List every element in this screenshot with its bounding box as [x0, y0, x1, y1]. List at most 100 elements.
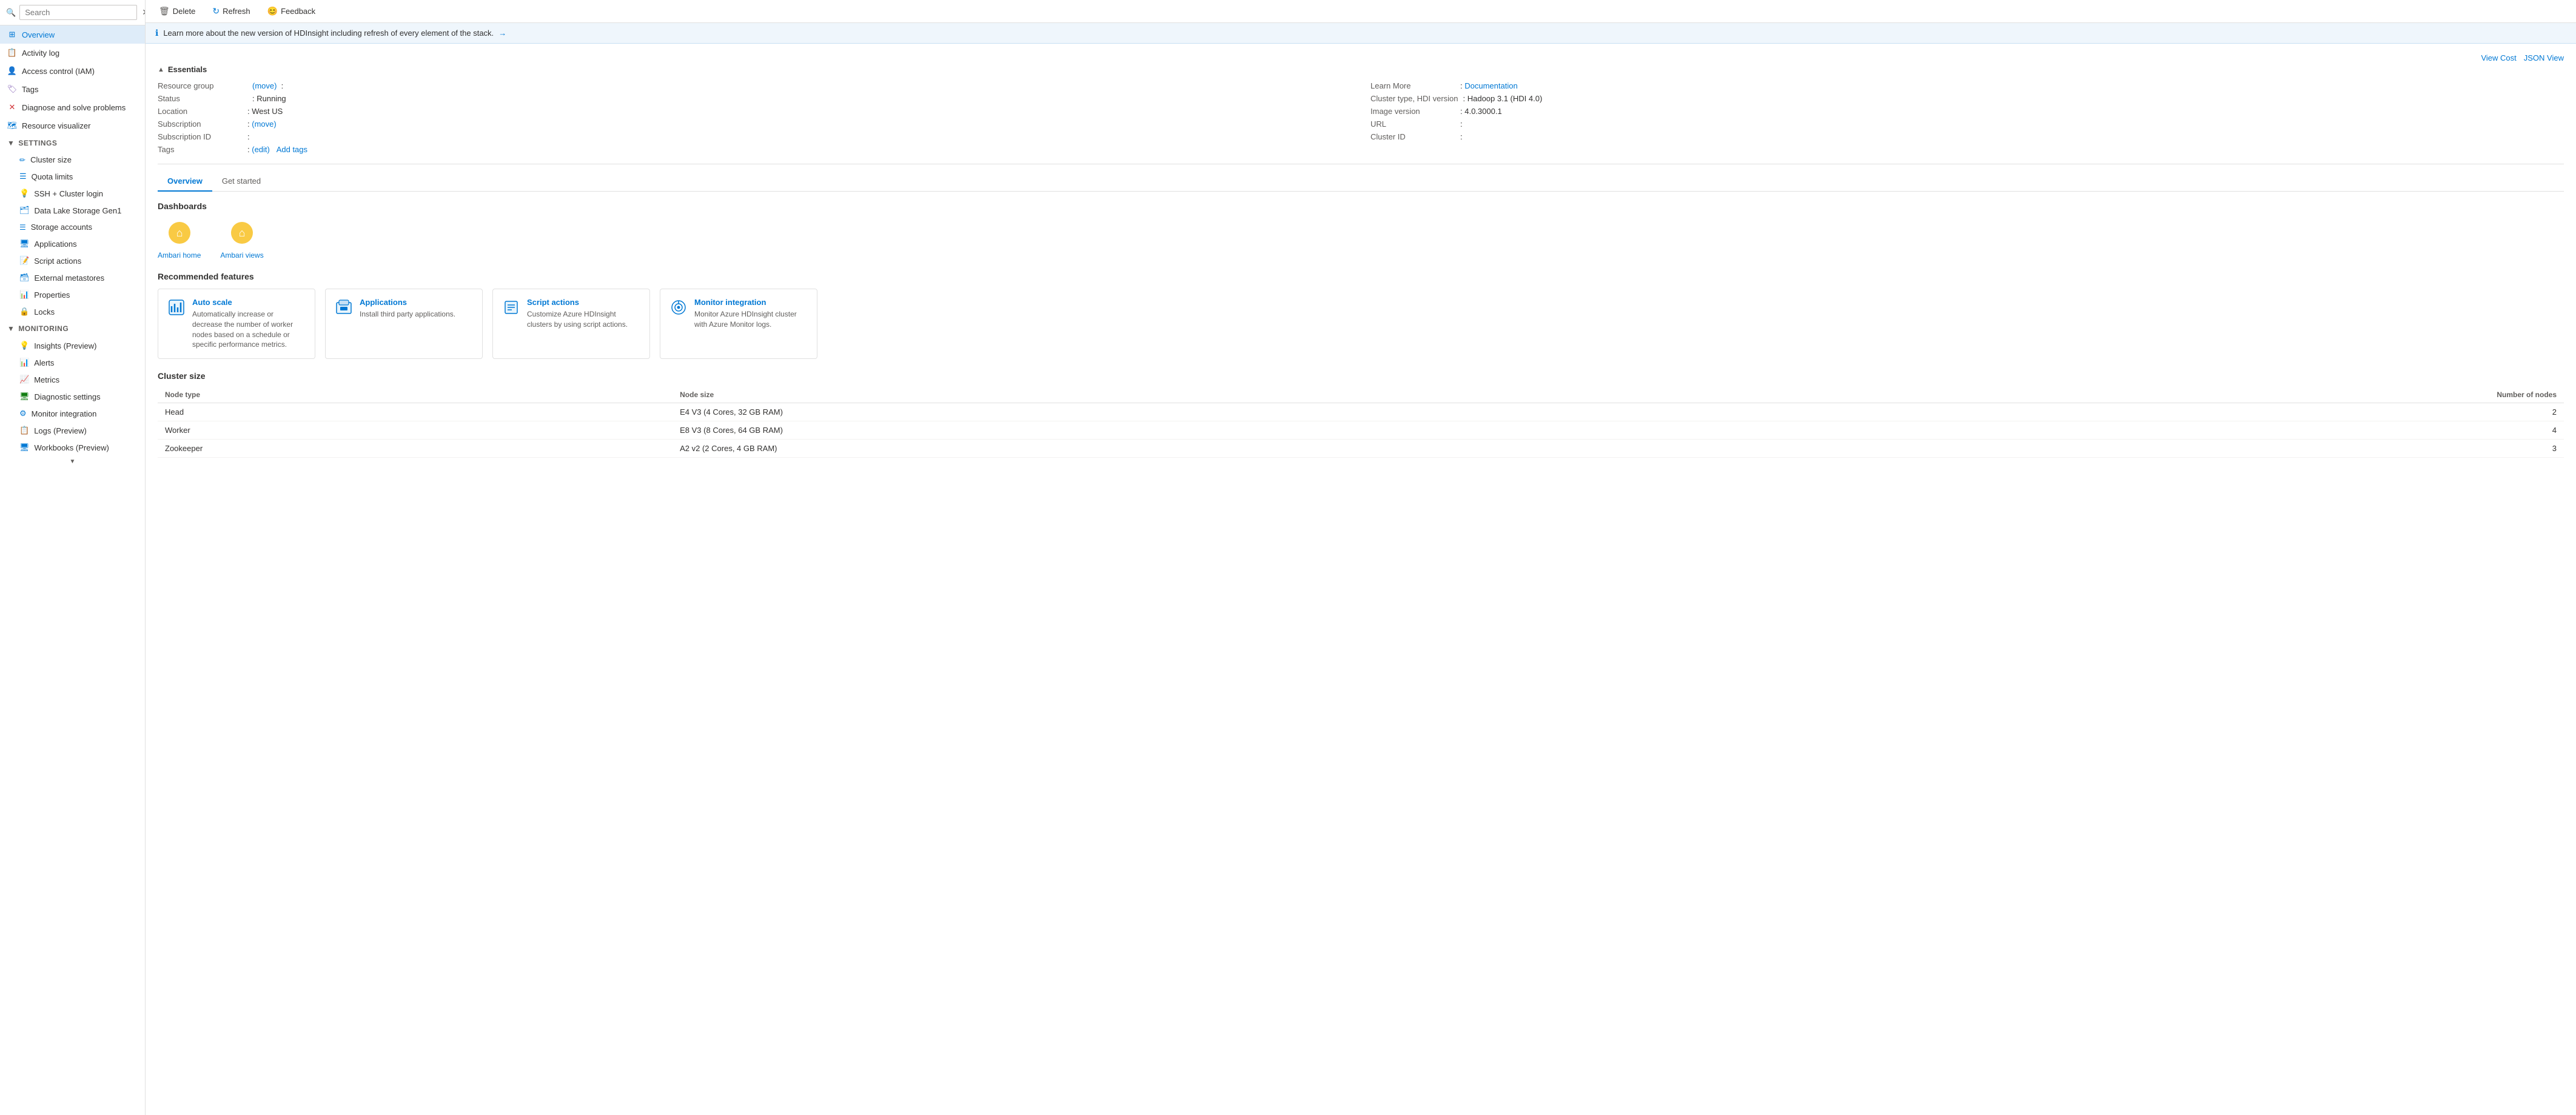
- prop-label: Image version: [1370, 107, 1455, 116]
- sidebar-sub-label: Cluster size: [30, 155, 72, 164]
- prop-label: Subscription: [158, 119, 243, 129]
- quota-limits-icon: ☰: [19, 172, 27, 181]
- subscription-move-link[interactable]: (move): [252, 119, 276, 129]
- storage-accounts-icon: ☰: [19, 223, 26, 232]
- sidebar-item-access-control[interactable]: 👤 Access control (IAM): [0, 62, 145, 80]
- sidebar-item-logs-preview[interactable]: 📋 Logs (Preview): [0, 422, 145, 439]
- sidebar-item-diagnostic-settings[interactable]: 🖥 Diagnostic settings: [0, 388, 145, 405]
- banner-link[interactable]: →: [498, 28, 506, 38]
- diagnose-icon: ✕: [7, 102, 17, 112]
- rec-card-auto-scale-content: Auto scale Automatically increase or dec…: [192, 298, 305, 350]
- data-lake-icon: 🗂: [19, 206, 30, 215]
- essentials-grid: Resource group (move) : Status : Running…: [158, 81, 2564, 154]
- rec-card-title: Auto scale: [192, 298, 305, 307]
- sidebar-sub-label: Quota limits: [32, 172, 73, 181]
- logs-icon: 📋: [19, 426, 29, 435]
- sidebar-item-cluster-size[interactable]: ✏ Cluster size: [0, 152, 145, 168]
- script-actions-icon: 📝: [19, 256, 29, 266]
- info-banner: ℹ Learn more about the new version of HD…: [146, 23, 2576, 44]
- sidebar-item-metrics[interactable]: 📈 Metrics: [0, 371, 145, 388]
- tags-icon: 🏷: [7, 84, 17, 94]
- add-tags-link[interactable]: Add tags: [277, 145, 307, 154]
- alerts-icon: 📊: [19, 358, 29, 367]
- sidebar-item-tags[interactable]: 🏷 Tags: [0, 80, 145, 98]
- monitoring-section-header[interactable]: ▼ Monitoring: [0, 320, 145, 337]
- json-view-link[interactable]: JSON View: [2524, 53, 2564, 62]
- sidebar-item-label: Resource visualizer: [22, 121, 90, 130]
- sidebar-item-workbooks-preview[interactable]: 🖥 Workbooks (Preview): [0, 439, 145, 456]
- sidebar-item-label: Activity log: [22, 49, 59, 58]
- rec-card-monitor-integration[interactable]: Monitor integration Monitor Azure HDInsi…: [660, 289, 817, 359]
- documentation-link[interactable]: Documentation: [1464, 81, 1517, 90]
- sidebar-item-script-actions[interactable]: 📝 Script actions: [0, 252, 145, 269]
- prop-value: : Running: [252, 94, 286, 103]
- workbooks-icon: 🖥: [19, 443, 30, 452]
- prop-cluster-type: Cluster type, HDI version : Hadoop 3.1 (…: [1370, 94, 2564, 103]
- settings-section-header[interactable]: ▼ Settings: [0, 135, 145, 152]
- sidebar-item-diagnose[interactable]: ✕ Diagnose and solve problems: [0, 98, 145, 116]
- tab-overview[interactable]: Overview: [158, 172, 212, 192]
- col-node-size: Node size: [673, 387, 1831, 403]
- access-control-icon: 👤: [7, 66, 17, 76]
- search-input[interactable]: [19, 5, 137, 20]
- sidebar-item-activity-log[interactable]: 📋 Activity log: [0, 44, 145, 62]
- sidebar-sub-label: SSH + Cluster login: [34, 189, 103, 198]
- prop-value: :: [247, 132, 250, 141]
- sidebar-item-alerts[interactable]: 📊 Alerts: [0, 354, 145, 371]
- dashboard-ambari-views[interactable]: ⌂ Ambari views: [220, 218, 263, 259]
- feedback-button[interactable]: 😊 Feedback: [264, 4, 320, 19]
- ssh-icon: 💡: [19, 189, 29, 198]
- resource-group-move-link[interactable]: (move): [252, 81, 277, 90]
- ambari-views-label: Ambari views: [220, 251, 263, 259]
- rec-monitor-icon: [670, 299, 687, 320]
- prop-tags: Tags : (edit) Add tags: [158, 145, 1351, 154]
- properties-icon: 📊: [19, 290, 29, 300]
- view-cost-link[interactable]: View Cost: [2481, 53, 2516, 62]
- prop-subscription: Subscription : (move): [158, 119, 1351, 129]
- node-size-head: E4 V3 (4 Cores, 32 GB RAM): [673, 403, 1831, 421]
- rec-card-script-actions[interactable]: Script actions Customize Azure HDInsight…: [492, 289, 650, 359]
- cluster-size-title: Cluster size: [158, 371, 2564, 381]
- table-header-row: Node type Node size Number of nodes: [158, 387, 2564, 403]
- sidebar-sub-label: Logs (Preview): [34, 426, 87, 435]
- sidebar-sub-label: Monitor integration: [32, 409, 97, 418]
- rec-card-applications[interactable]: Applications Install third party applica…: [325, 289, 483, 359]
- sidebar-item-data-lake-storage[interactable]: 🗂 Data Lake Storage Gen1: [0, 202, 145, 219]
- sidebar-item-applications[interactable]: 🖥 Applications: [0, 235, 145, 252]
- recommended-cards-container: Auto scale Automatically increase or dec…: [158, 289, 2564, 359]
- auto-scale-icon: [168, 299, 185, 320]
- essentials-left-col: Resource group (move) : Status : Running…: [158, 81, 1351, 154]
- sidebar-item-locks[interactable]: 🔒 Locks: [0, 303, 145, 320]
- sidebar-item-properties[interactable]: 📊 Properties: [0, 286, 145, 303]
- rec-card-auto-scale[interactable]: Auto scale Automatically increase or dec…: [158, 289, 315, 359]
- essentials-right-col: Learn More : Documentation Cluster type,…: [1370, 81, 2564, 154]
- tags-edit-link[interactable]: (edit): [252, 145, 270, 154]
- dashboard-ambari-home[interactable]: ⌂ Ambari home: [158, 218, 201, 259]
- prop-label: Subscription ID: [158, 132, 243, 141]
- close-search-button[interactable]: ✕: [141, 6, 146, 19]
- settings-chevron-icon: ▼: [7, 139, 15, 147]
- sidebar-item-resource-visualizer[interactable]: 🗺 Resource visualizer: [0, 116, 145, 135]
- search-icon: 🔍: [6, 8, 16, 18]
- tab-get-started[interactable]: Get started: [212, 172, 270, 192]
- essentials-toggle[interactable]: ▲: [158, 66, 164, 73]
- sidebar-item-monitor-integration[interactable]: ⚙ Monitor integration: [0, 405, 145, 422]
- sidebar-item-overview[interactable]: ⊞ Overview: [0, 25, 145, 44]
- insights-icon: 💡: [19, 341, 29, 350]
- applications-icon: 🖥: [19, 239, 30, 249]
- recommended-title: Recommended features: [158, 272, 2564, 281]
- sidebar-item-storage-accounts[interactable]: ☰ Storage accounts: [0, 219, 145, 235]
- sidebar-item-quota-limits[interactable]: ☰ Quota limits: [0, 168, 145, 185]
- sidebar-item-ssh-cluster-login[interactable]: 💡 SSH + Cluster login: [0, 185, 145, 202]
- sidebar-item-external-metastores[interactable]: 🗃 External metastores: [0, 269, 145, 286]
- rec-card-desc: Monitor Azure HDInsight cluster with Azu…: [694, 309, 807, 330]
- col-node-type: Node type: [158, 387, 673, 403]
- sidebar-item-insights[interactable]: 💡 Insights (Preview): [0, 337, 145, 354]
- cluster-size-table: Node type Node size Number of nodes Head…: [158, 387, 2564, 458]
- essentials-title: Essentials: [168, 65, 207, 74]
- feedback-label: Feedback: [281, 7, 315, 16]
- feedback-icon: 😊: [267, 6, 278, 16]
- col-num-nodes: Number of nodes: [1831, 387, 2564, 403]
- refresh-button[interactable]: ↻ Refresh: [209, 4, 253, 19]
- delete-button[interactable]: 🗑 Delete: [155, 4, 199, 19]
